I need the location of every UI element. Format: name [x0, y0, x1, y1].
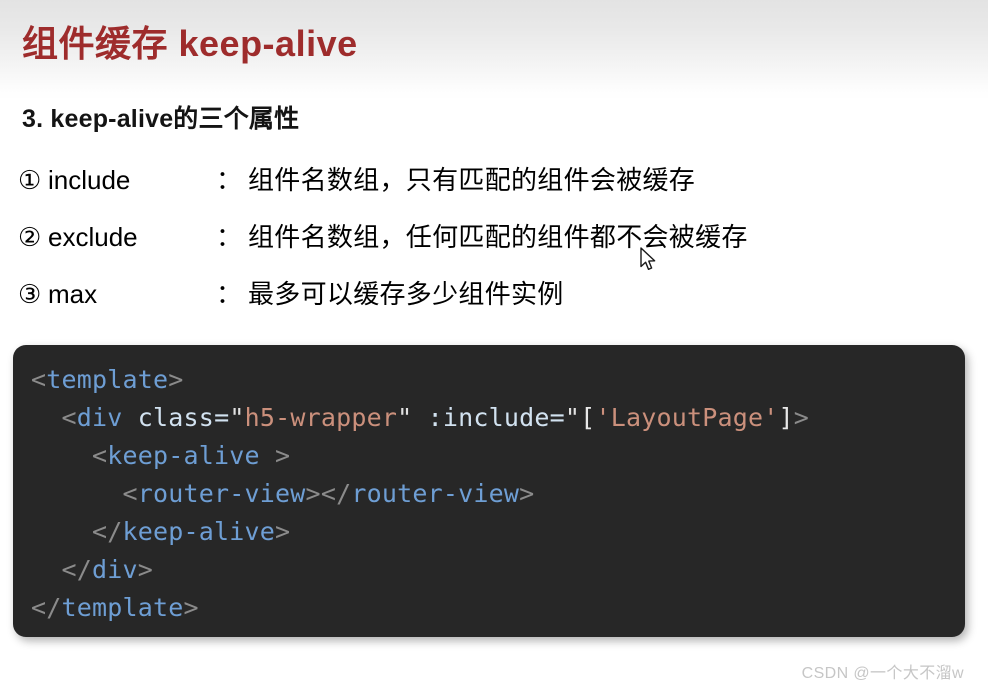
- code-token-punct: </: [31, 593, 62, 622]
- code-token-punct: <: [31, 365, 47, 394]
- code-token-brk: ]: [778, 403, 794, 432]
- code-line: </template>: [31, 589, 965, 627]
- code-token-punct: >: [305, 479, 321, 508]
- code-token-eq: =: [214, 403, 230, 432]
- list-item: ③ max ： 最多可以缓存多少组件实例: [18, 274, 968, 331]
- attribute-description: 组件名数组，任何匹配的组件都不会被缓存: [248, 222, 748, 252]
- code-token-punct: </: [61, 555, 93, 584]
- code-token-tag: template: [61, 593, 184, 622]
- attribute-colon: ：: [216, 279, 243, 309]
- code-line: </div>: [31, 551, 965, 589]
- list-marker-icon: ③: [18, 279, 42, 309]
- attribute-description: 组件名数组，只有匹配的组件会被缓存: [248, 165, 696, 195]
- code-token-tag: div: [76, 403, 123, 432]
- code-token-str: h5-wrapper: [244, 403, 398, 432]
- list-marker-icon: ②: [18, 222, 42, 252]
- code-token-punct: >: [168, 365, 184, 394]
- code-token-tag: div: [92, 555, 138, 584]
- code-token-quote: ": [229, 403, 245, 432]
- code-token-attr: :include: [412, 403, 550, 432]
- code-token-punct: >: [275, 517, 291, 546]
- code-token-tag: keep-alive: [107, 441, 260, 470]
- section-heading: 3. keep-alive的三个属性: [22, 105, 300, 133]
- attribute-name: include: [48, 165, 131, 195]
- attribute-name: max: [48, 279, 98, 309]
- code-token-punct: <: [122, 479, 138, 508]
- list-item: ② exclude ： 组件名数组，任何匹配的组件都不会被缓存: [18, 217, 968, 274]
- list-marker-icon: ①: [18, 165, 42, 195]
- attribute-description: 最多可以缓存多少组件实例: [248, 279, 564, 309]
- code-token-tag: router-view: [351, 479, 520, 508]
- slide-page: 组件缓存 keep-alive 3. keep-alive的三个属性 ① inc…: [0, 0, 988, 693]
- code-token-punct: >: [519, 479, 535, 508]
- code-token-punct: >: [793, 403, 809, 432]
- code-token-attr: class: [122, 403, 215, 432]
- code-token-punct: >: [137, 555, 154, 584]
- code-token-brk: [: [580, 403, 596, 432]
- code-line: </keep-alive>: [31, 513, 965, 551]
- attribute-name: exclude: [48, 222, 138, 252]
- code-block[interactable]: <template> <div class="h5-wrapper" :incl…: [13, 345, 965, 637]
- code-token-punct: <: [92, 441, 108, 470]
- code-line: <keep-alive >: [31, 437, 965, 475]
- code-token-tag: template: [46, 365, 169, 394]
- code-line: <router-view></router-view>: [31, 475, 965, 513]
- attribute-list: ① include ： 组件名数组，只有匹配的组件会被缓存 ② exclude …: [18, 160, 968, 331]
- code-token-punct: >: [183, 593, 199, 622]
- code-token-punct: <: [61, 403, 77, 432]
- attribute-colon: ：: [216, 165, 243, 195]
- code-token-str: 'LayoutPage': [595, 403, 779, 432]
- attribute-colon: ：: [216, 222, 243, 252]
- code-token-tag: router-view: [137, 479, 306, 508]
- code-line: <div class="h5-wrapper" :include="['Layo…: [31, 399, 965, 437]
- list-item: ① include ： 组件名数组，只有匹配的组件会被缓存: [18, 160, 968, 217]
- code-token-punct: </: [92, 517, 123, 546]
- code-token-punct: >: [259, 441, 291, 470]
- code-token-tag: keep-alive: [122, 517, 276, 546]
- code-line: <template>: [31, 361, 965, 399]
- code-token-punct: </: [320, 479, 352, 508]
- code-token-quote: ": [397, 403, 413, 432]
- code-token-quote: ": [564, 403, 581, 432]
- code-token-eq: =: [549, 403, 565, 432]
- csdn-watermark: CSDN @一个大不溜w: [801, 665, 964, 682]
- page-title: 组件缓存 keep-alive: [22, 23, 358, 64]
